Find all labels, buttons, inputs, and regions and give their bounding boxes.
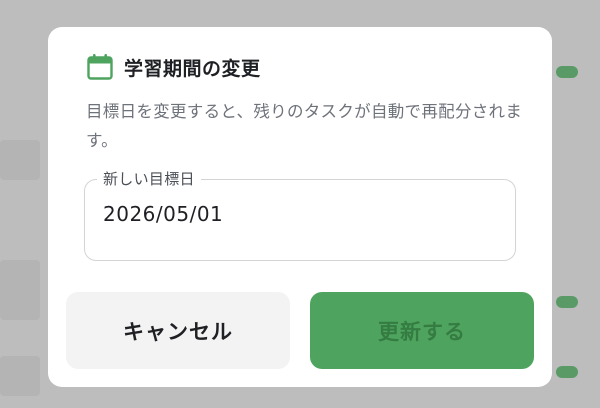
background-badge <box>556 366 578 378</box>
target-date-label: 新しい目標日 <box>97 168 201 189</box>
target-date-input[interactable] <box>103 202 483 226</box>
background-card <box>0 356 40 396</box>
change-period-dialog: 学習期間の変更 目標日を変更すると、残りのタスクが自動で再配分されます。 新しい… <box>48 27 552 387</box>
background-card <box>0 140 40 180</box>
cancel-button[interactable]: キャンセル <box>66 292 290 369</box>
calendar-icon <box>87 54 113 80</box>
dialog-description: 目標日を変更すると、残りのタスクが自動で再配分されます。 <box>86 102 523 150</box>
target-date-field[interactable]: 新しい目標日 <box>84 168 516 261</box>
background-card <box>0 260 40 320</box>
background-badge <box>556 66 578 78</box>
dialog-header: 学習期間の変更 <box>86 53 261 81</box>
dialog-title: 学習期間の変更 <box>124 57 261 80</box>
update-button[interactable]: 更新する <box>310 292 534 369</box>
background-badge <box>556 296 578 308</box>
